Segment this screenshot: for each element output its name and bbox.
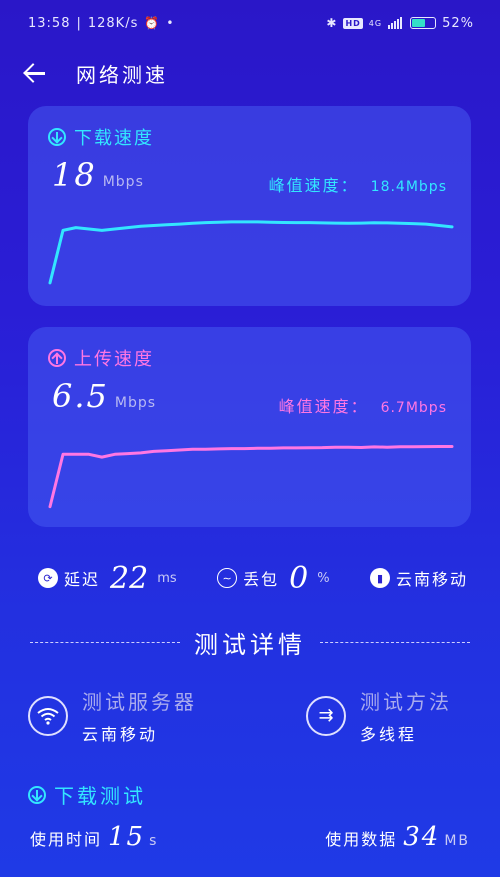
notification-icon: • — [166, 16, 175, 30]
download-speed-graph — [48, 220, 454, 285]
upload-speed-unit: Mbps — [114, 395, 157, 411]
packet-loss-icon: ∼ — [217, 568, 238, 588]
upload-speed-number: 6.5 — [52, 377, 109, 415]
time-used-label: 使用时间 — [30, 830, 103, 849]
data-used-value: 34 — [403, 822, 441, 852]
upload-speed-heading: 上传速度 — [48, 345, 154, 371]
test-method-value: 多线程 — [360, 725, 418, 744]
upload-arrow-icon — [48, 349, 66, 367]
hd-icon: HD — [343, 17, 363, 29]
download-speed-heading: 下载速度 — [48, 124, 154, 150]
latency-label: 延迟 — [64, 570, 101, 589]
data-used: 使用数据 34 MB — [325, 822, 470, 852]
bluetooth-icon: ✱ — [326, 16, 338, 30]
upload-peak-value: 6.7Mbps — [380, 400, 447, 416]
app-header: 网络测速 — [0, 50, 500, 96]
test-method-label: 测试方法 — [360, 690, 452, 714]
network-type: 4G — [368, 18, 383, 28]
time-used: 使用时间 15 s — [30, 822, 158, 852]
upload-peak-label: 峰值速度： — [278, 397, 369, 416]
details-section-title: 测试详情 — [194, 630, 306, 659]
test-server-detail: 测试服务器 云南移动 — [28, 686, 197, 745]
packet-loss-value: 0 — [289, 560, 309, 596]
download-speed-unit: Mbps — [102, 174, 144, 190]
latency-stat: ⟳ 延迟 22 ms — [38, 561, 177, 596]
download-peak-label: 峰值速度： — [268, 176, 359, 195]
download-speed-line — [48, 220, 454, 285]
latency-unit: ms — [157, 570, 177, 586]
time-used-unit: s — [149, 833, 159, 849]
download-test-label: 下载测试 — [54, 784, 146, 808]
status-time: 13:58 — [28, 15, 71, 31]
stats-row: ⟳ 延迟 22 ms ∼ 丢包 0 % ▮ 云南移动 — [38, 558, 468, 598]
download-arrow-icon — [28, 785, 46, 804]
multithread-icon: ⇉ — [306, 695, 346, 736]
test-method-detail: ⇉ 测试方法 多线程 — [306, 686, 452, 745]
battery-percent: 52% — [442, 15, 474, 31]
download-arrow-icon — [48, 128, 66, 146]
page-title: 网络测速 — [76, 62, 168, 87]
upload-speed-value: 6.5 Mbps — [52, 377, 156, 415]
packet-loss-stat: ∼ 丢包 0 % — [217, 560, 330, 596]
data-used-unit: MB — [444, 833, 470, 849]
upload-speed-label: 上传速度 — [74, 349, 154, 370]
back-arrow-icon[interactable] — [22, 60, 48, 86]
download-test-stats: 使用时间 15 s 使用数据 34 MB — [30, 822, 470, 852]
packet-loss-label: 丢包 — [243, 570, 280, 589]
packet-loss-unit: % — [317, 570, 330, 586]
upload-peak: 峰值速度： 6.7Mbps — [279, 393, 447, 417]
operator-stat: ▮ 云南移动 — [369, 566, 468, 590]
data-used-label: 使用数据 — [325, 830, 398, 849]
download-test-heading: 下载测试 — [28, 780, 146, 809]
download-speed-number: 18 — [52, 156, 97, 194]
details-divider: 测试详情 — [30, 622, 470, 662]
alarm-icon: ⏰ — [144, 16, 161, 30]
status-net-speed: 128K/s — [87, 15, 139, 31]
upload-speed-graph — [48, 445, 454, 509]
download-peak: 峰值速度： 18.4Mbps — [269, 172, 447, 196]
dashed-line-left — [30, 641, 180, 643]
test-server-label: 测试服务器 — [82, 690, 197, 714]
status-bar: 13:58 | 128K/s ⏰ • ✱ HD 4G 52% — [28, 15, 474, 31]
download-speed-card: 下载速度 18 Mbps 峰值速度： 18.4Mbps — [28, 106, 471, 306]
download-peak-value: 18.4Mbps — [370, 179, 447, 195]
download-speed-value: 18 Mbps — [52, 156, 144, 194]
operator-label: 云南移动 — [395, 570, 468, 589]
download-speed-label: 下载速度 — [74, 128, 154, 149]
dashed-line-right — [320, 641, 470, 643]
test-server-value: 云南移动 — [82, 725, 159, 744]
time-used-value: 15 — [108, 822, 146, 852]
latency-value: 22 — [110, 560, 149, 596]
signal-icon — [388, 17, 403, 29]
wifi-icon — [28, 695, 68, 736]
latency-icon: ⟳ — [38, 568, 58, 588]
signal-bars-icon: ▮ — [369, 568, 390, 588]
battery-icon — [410, 17, 437, 29]
upload-speed-card: 上传速度 6.5 Mbps 峰值速度： 6.7Mbps — [28, 327, 471, 527]
upload-speed-line — [48, 445, 454, 509]
